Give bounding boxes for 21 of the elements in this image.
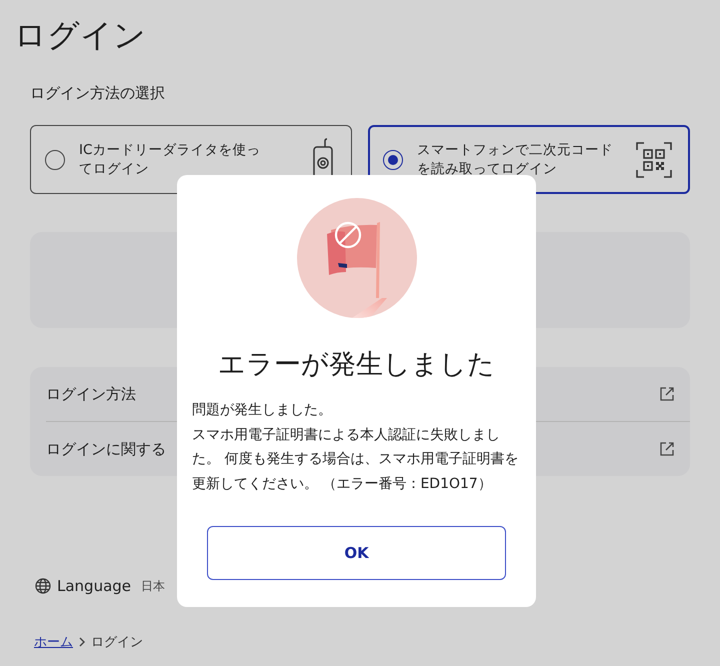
language-value[interactable]: 日本 [141,578,166,594]
language-label[interactable]: Language [57,577,132,595]
dialog-message: 問題が発生しました。 [192,401,333,420]
option-label: ICカードリーダライタを使ってログイン [79,140,262,178]
section-label: ログイン方法の選択 [30,84,165,103]
external-link-icon [660,387,674,401]
chevron-icon [78,637,86,647]
ok-button[interactable]: OK [207,526,506,580]
globe-icon [35,578,51,594]
dialog-message: スマホ用電子証明書による本人認証に失敗しました。 何度も発生する場合は、スマホ用電子証明書を更新してください。 （エラー番号：ED1O17） [192,426,520,494]
external-link-icon [660,442,674,456]
link-item[interactable]: ログインに関する [46,440,166,458]
dialog-title: エラーが発生しました [218,348,495,382]
radio-button[interactable] [45,150,65,170]
link-item[interactable]: ログイン方法 [46,384,136,404]
qr-code-icon [636,142,672,178]
breadcrumb-link[interactable]: ホーム [34,633,73,651]
option-label: スマートフォンで二次元コードを読み取ってログイン [417,140,614,178]
radio-button[interactable] [383,150,403,170]
breadcrumb-current: ログイン [91,634,143,651]
page-title: ログイン [14,15,146,56]
